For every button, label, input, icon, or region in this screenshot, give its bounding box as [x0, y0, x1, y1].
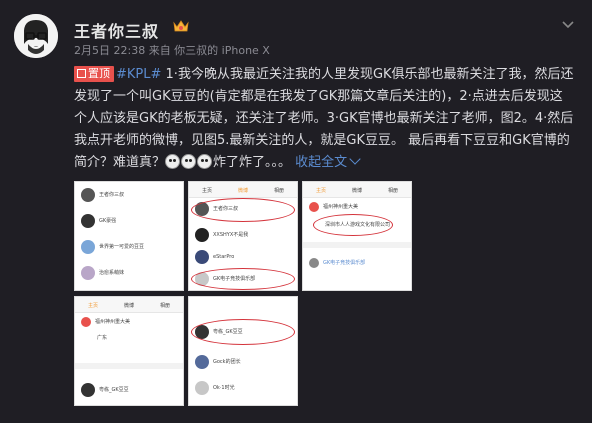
list-item: 治愈系萌妹	[75, 266, 183, 280]
avatar	[195, 250, 209, 264]
list-item: Ok·1时光	[189, 381, 297, 395]
tab-bar-labels: 主页 微博 相册	[315, 188, 398, 194]
avatar	[195, 228, 209, 242]
post-image-4[interactable]: 主页 微博 相册 福州神州重大美 广东 粤栋_GK豆豆	[74, 296, 184, 406]
avatar	[81, 317, 91, 327]
list-item: GK电子竞技俱乐部	[303, 258, 411, 268]
avatar	[81, 383, 95, 397]
divider	[75, 363, 183, 369]
collapse-text-link[interactable]: 收起全文	[295, 153, 361, 170]
list-item: XXSHYX不是我	[189, 228, 297, 242]
highlight-circle	[191, 198, 295, 222]
highlight-circle	[313, 214, 393, 236]
tab-bar-labels: 主页 微博 相册	[87, 303, 170, 309]
divider	[303, 242, 411, 248]
profile-field: 广东	[97, 335, 108, 341]
chevron-up-icon	[349, 153, 361, 165]
avatar	[81, 266, 95, 280]
avatar	[195, 381, 209, 395]
highlight-circle	[191, 268, 295, 290]
avatar-image	[14, 14, 58, 58]
avatar	[309, 202, 319, 212]
chevron-down-icon[interactable]	[560, 16, 576, 32]
post-image-1[interactable]: 王者你三叔 GK豪强 世界第一可爱的豆豆 治愈系萌妹	[74, 181, 184, 291]
list-item: eStarPro	[189, 250, 297, 264]
avatar	[195, 355, 209, 369]
profile-title: 福州神州重大美	[75, 317, 183, 327]
username[interactable]: 王者你三叔	[74, 18, 159, 42]
avatar[interactable]	[14, 14, 58, 58]
post-body-part2: 炸了炸了。。。	[213, 155, 292, 170]
highlight-circle	[191, 319, 295, 345]
post-image-3[interactable]: 主页 微博 相册 福州神州重大美 深圳市人人游戏文化有限公司 GK电子竞技俱乐部	[302, 181, 412, 291]
avatar	[81, 188, 95, 202]
post-image-5[interactable]: 粤栋_GK豆豆 Gock的团长 Ok·1时光	[188, 296, 298, 406]
avatar	[81, 214, 95, 228]
post-text: 置顶 #KPL# 1·我今晚从我最近关注我的人里发现GK俱乐部也最新关注了我，然后…	[74, 64, 574, 174]
list-item: 粤栋_GK豆豆	[75, 383, 183, 397]
emoji-icon	[181, 154, 197, 169]
post-meta: 2月5日 22:38 来自 你三叔的 iPhone X	[74, 44, 270, 57]
avatar	[81, 240, 95, 254]
pinned-badge: 置顶	[74, 66, 114, 82]
list-item: Gock的团长	[189, 355, 297, 369]
post-image-2[interactable]: 主页 微博 相册 王者你三叔 XXSHYX不是我 eStarPro GK电子竞技…	[188, 181, 298, 291]
list-item: 世界第一可爱的豆豆	[75, 240, 183, 254]
hashtag-link[interactable]: #KPL#	[116, 67, 161, 82]
list-item: GK豪强	[75, 214, 183, 228]
vip-crown-icon[interactable]	[172, 18, 190, 34]
emoji-icon	[165, 154, 181, 169]
list-item: 王者你三叔	[75, 188, 183, 202]
avatar	[309, 258, 319, 268]
tab-bar-labels: 主页 微博 相册	[201, 188, 284, 194]
emoji-icon	[197, 154, 213, 169]
pin-icon	[77, 69, 86, 78]
profile-title: 福州神州重大美	[303, 202, 411, 212]
